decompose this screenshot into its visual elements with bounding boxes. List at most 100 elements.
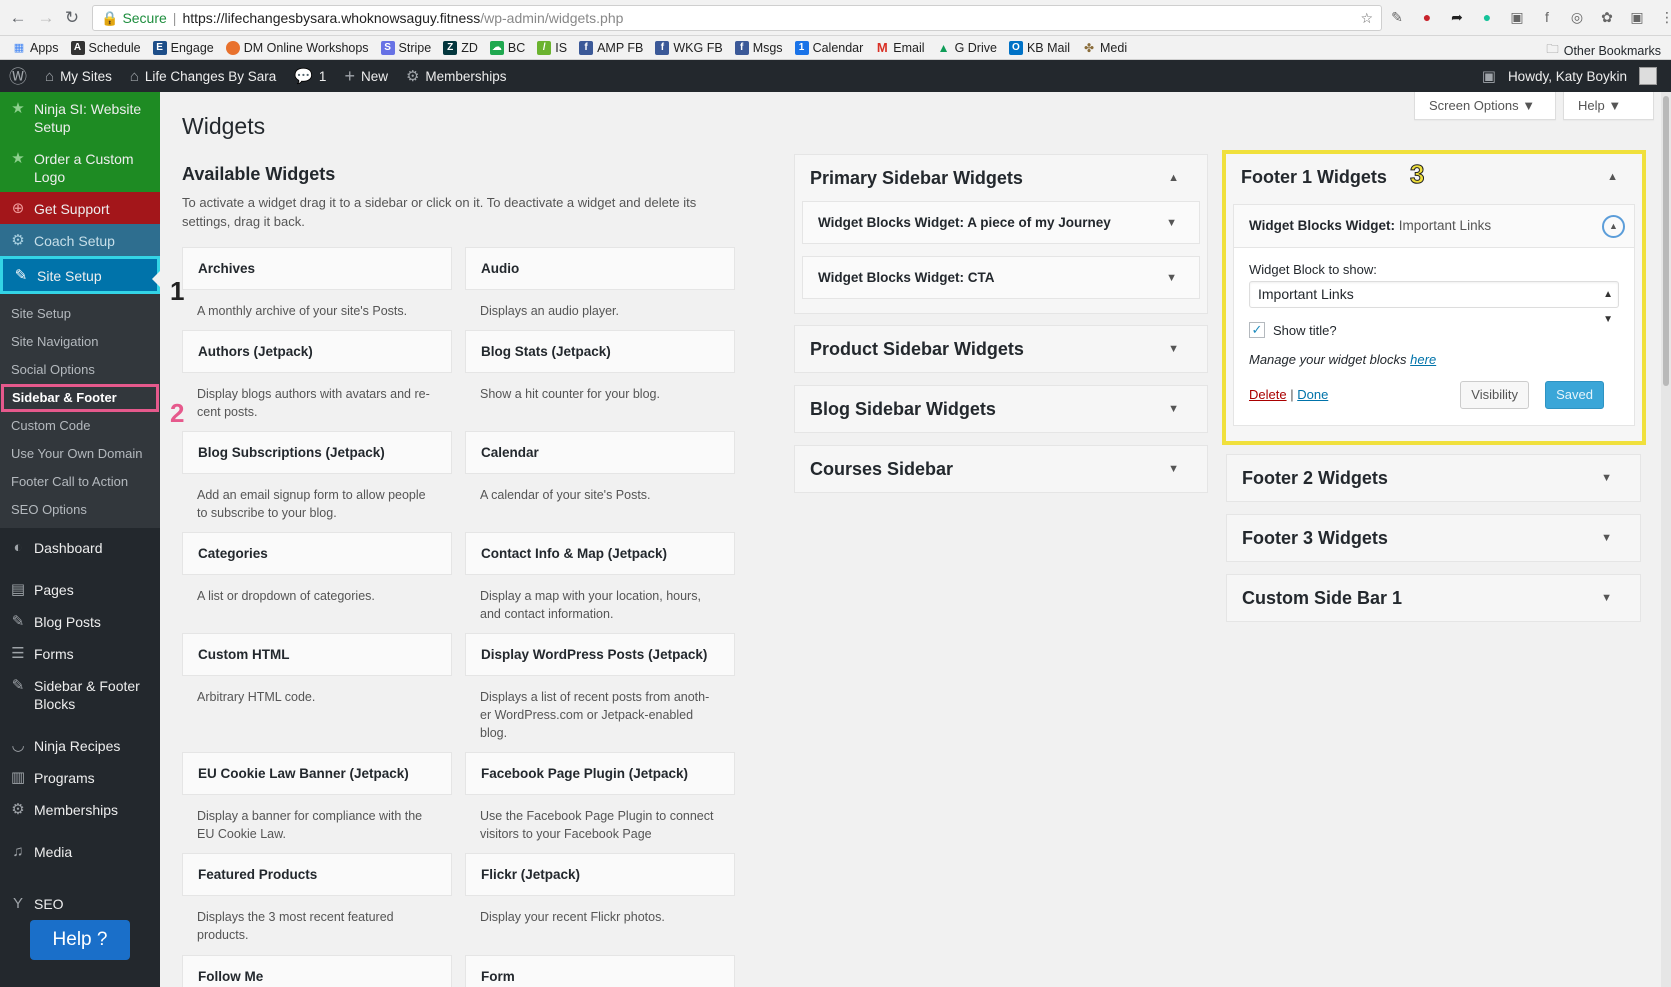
menu-blog-posts[interactable]: ✎ Blog Posts xyxy=(0,605,160,637)
extension-icon[interactable]: ✿ xyxy=(1598,8,1616,26)
submenu-seo-options[interactable]: SEO Options xyxy=(0,496,160,524)
sidebar-header[interactable]: Footer 3 Widgets ▼ xyxy=(1227,515,1640,561)
visibility-button[interactable]: Visibility xyxy=(1460,381,1529,409)
available-widget[interactable]: Categories A list or dropdown of categori… xyxy=(182,532,452,605)
menu-pages[interactable]: ▤ Pages xyxy=(0,573,160,605)
available-widget[interactable]: Form xyxy=(465,955,735,987)
bookmark-medi[interactable]: ✤ Medi xyxy=(1082,41,1127,55)
bookmark-gdrive[interactable]: ▲ G Drive xyxy=(937,41,997,55)
sidebar-header[interactable]: Custom Side Bar 1 ▼ xyxy=(1227,575,1640,621)
bookmark-engage[interactable]: E Engage xyxy=(152,40,214,55)
menu-site-setup[interactable]: ✎ Site Setup xyxy=(0,256,160,294)
collapse-toggle-icon[interactable]: ▲ xyxy=(1602,215,1625,238)
expand-arrow-icon[interactable]: ▼ xyxy=(1601,575,1612,621)
sidebar-courses[interactable]: Courses Sidebar ▼ xyxy=(794,445,1208,493)
delete-link[interactable]: Delete xyxy=(1249,387,1287,402)
extension-icon[interactable]: ▣ xyxy=(1508,8,1526,26)
bookmark-apps[interactable]: ▦ Apps xyxy=(12,41,59,55)
forward-icon[interactable]: → xyxy=(36,8,56,28)
bookmark-msgs[interactable]: f Msgs xyxy=(734,40,783,55)
available-widget[interactable]: Calendar A calendar of your site's Posts. xyxy=(465,431,735,504)
sidebar-widget[interactable]: Widget Blocks Widget: CTA ▼ xyxy=(802,256,1200,299)
available-widget[interactable]: Facebook Page Plugin (Jetpack) Use the Fa… xyxy=(465,752,735,843)
sidebar-blog[interactable]: Blog Sidebar Widgets ▼ xyxy=(794,385,1208,433)
expand-arrow-icon[interactable]: ▼ xyxy=(1168,326,1179,372)
available-widget[interactable]: Archives A monthly archive of your site's… xyxy=(182,247,452,320)
show-title-checkbox[interactable]: ✓ xyxy=(1249,322,1265,338)
collapse-arrow-icon[interactable]: ▲ xyxy=(1607,154,1618,200)
other-bookmarks[interactable]: 🗀 Other Bookmarks xyxy=(1546,40,1661,61)
widget-block-select[interactable]: Important Links ▲ ▼ xyxy=(1249,281,1619,325)
bookmark-email[interactable]: M Email xyxy=(875,40,925,55)
bookmark-schedule[interactable]: A Schedule xyxy=(70,40,141,55)
sidebar-widget[interactable]: Widget Blocks Widget: A piece of my Jour… xyxy=(802,201,1200,244)
sidebar-footer-2[interactable]: Footer 2 Widgets ▼ xyxy=(1226,454,1641,502)
submenu-sidebar-footer[interactable]: Sidebar & Footer xyxy=(1,384,159,412)
bookmark-is[interactable]: / IS xyxy=(537,40,567,55)
my-sites-menu[interactable]: ⌂ My Sites xyxy=(36,60,121,92)
address-bar[interactable]: 🔒 Secure | https://lifechangesbysara.whokno… xyxy=(92,5,1382,31)
available-widget[interactable]: Contact Info & Map (Jetpack) Display a ma… xyxy=(465,532,735,623)
available-widget[interactable]: Featured Products Displays the 3 most rec… xyxy=(182,853,452,944)
menu-coach-setup[interactable]: ⚙ Coach Setup xyxy=(0,224,160,256)
sidebar-header[interactable]: Footer 1 Widgets ▲ xyxy=(1226,154,1642,200)
memberships-menu[interactable]: ⚙ Memberships xyxy=(397,60,515,92)
bookmark-stripe[interactable]: S Stripe xyxy=(380,40,431,55)
expand-arrow-icon[interactable]: ▼ xyxy=(1166,257,1177,299)
expand-arrow-icon[interactable]: ▼ xyxy=(1168,386,1179,432)
reload-icon[interactable]: ↻ xyxy=(62,8,82,28)
avatar[interactable] xyxy=(1639,67,1657,85)
submenu-footer-cta[interactable]: Footer Call to Action xyxy=(0,468,160,496)
scrollbar[interactable] xyxy=(1661,92,1671,987)
menu-dashboard[interactable]: ◐ Dashboard xyxy=(0,528,160,563)
extension-icon[interactable]: ✎ xyxy=(1388,8,1406,26)
star-icon[interactable]: ☆ xyxy=(1360,6,1373,30)
menu-ninja-recipes[interactable]: ◡ Ninja Recipes xyxy=(0,729,160,761)
available-widget[interactable]: Custom HTML Arbitrary HTML code. xyxy=(182,633,452,706)
available-widget[interactable]: Authors (Jetpack) Display blogs authors w… xyxy=(182,330,452,421)
menu-media[interactable]: ♫ Media xyxy=(0,835,160,867)
menu-sidebar-footer-blocks[interactable]: ✎ Sidebar & Footer Blocks xyxy=(0,669,160,719)
bookmark-amp-fb[interactable]: f AMP FB xyxy=(579,40,643,55)
available-widget[interactable]: Blog Subscriptions (Jetpack) Add an email… xyxy=(182,431,452,522)
scrollbar-thumb[interactable] xyxy=(1663,96,1669,386)
available-widget[interactable]: Blog Stats (Jetpack) Show a hit counter f… xyxy=(465,330,735,403)
expand-arrow-icon[interactable]: ▼ xyxy=(1601,515,1612,561)
submenu-social-options[interactable]: Social Options xyxy=(0,356,160,384)
expand-arrow-icon[interactable]: ▼ xyxy=(1166,202,1177,244)
bookmark-wkg-fb[interactable]: f WKG FB xyxy=(655,40,723,55)
help-tab-button[interactable]: Help ▼ xyxy=(1563,92,1654,120)
bookmark-kb-mail[interactable]: O KB Mail xyxy=(1008,40,1070,55)
extension-icon[interactable]: ◎ xyxy=(1568,8,1586,26)
manage-here-link[interactable]: here xyxy=(1410,352,1436,367)
saved-button[interactable]: Saved xyxy=(1545,381,1604,409)
pinterest-icon[interactable]: ● xyxy=(1418,8,1436,26)
submenu-site-setup[interactable]: Site Setup xyxy=(0,300,160,328)
submenu-site-navigation[interactable]: Site Navigation xyxy=(0,328,160,356)
bookmark-zd[interactable]: Z ZD xyxy=(443,40,478,55)
wp-logo[interactable]: Ⓦ xyxy=(0,60,36,92)
available-widget[interactable]: Audio Displays an audio player. xyxy=(465,247,735,320)
collapse-arrow-icon[interactable]: ▲ xyxy=(1168,155,1179,201)
back-icon[interactable]: ← xyxy=(8,8,28,28)
notification-icon[interactable]: ▣ xyxy=(1482,67,1496,85)
menu-ninja-si[interactable]: ★ Ninja SI: Website Setup xyxy=(0,92,160,142)
sidebar-header[interactable]: Primary Sidebar Widgets ▲ xyxy=(795,155,1207,201)
sidebar-product[interactable]: Product Sidebar Widgets ▼ xyxy=(794,325,1208,373)
menu-seo[interactable]: Y SEO xyxy=(0,867,160,919)
bookmark-calendar[interactable]: 1 Calendar xyxy=(794,40,863,55)
bookmark-dm[interactable]: DM Online Workshops xyxy=(225,40,369,55)
available-widget[interactable]: Display WordPress Posts (Jetpack) Display… xyxy=(465,633,735,742)
menu-icon[interactable]: ⋮ xyxy=(1658,8,1671,26)
available-widget[interactable]: Flickr (Jetpack) Display your recent Flic… xyxy=(465,853,735,926)
sidebar-custom-1[interactable]: Custom Side Bar 1 ▼ xyxy=(1226,574,1641,622)
grammarly-icon[interactable]: ● xyxy=(1478,8,1496,26)
extension-icon[interactable]: ▣ xyxy=(1628,8,1646,26)
sidebar-header[interactable]: Product Sidebar Widgets ▼ xyxy=(795,326,1207,372)
sidebar-header[interactable]: Blog Sidebar Widgets ▼ xyxy=(795,386,1207,432)
menu-memberships[interactable]: ⚙ Memberships xyxy=(0,793,160,825)
comments-menu[interactable]: 💬 1 xyxy=(285,60,335,92)
expand-arrow-icon[interactable]: ▼ xyxy=(1601,455,1612,501)
site-name-menu[interactable]: ⌂ Life Changes By Sara xyxy=(121,60,285,92)
account-label[interactable]: Howdy, Katy Boykin xyxy=(1508,69,1627,84)
